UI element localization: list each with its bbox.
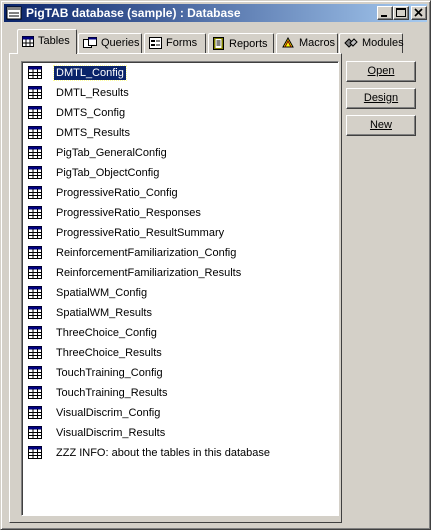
tab-label: Reports [229,38,268,50]
table-icon [28,86,42,99]
table-icon [28,266,42,279]
forms-icon [149,37,162,49]
table-name: ProgressiveRatio_Config [56,187,178,199]
tab-label: Forms [166,37,198,49]
table-icon [28,206,42,219]
table-name: PigTab_ObjectConfig [56,167,160,179]
table-icon [28,106,42,119]
tables-list[interactable]: DMTL_Config DMTL_Results DMTS_Config DMTS_R… [21,61,339,516]
table-name: ThreeChoice_Config [56,327,157,339]
tab-macros[interactable]: Macros [276,33,338,53]
table-icon [28,306,42,319]
close-icon [414,8,423,17]
queries-icon [83,37,97,48]
table-name: ReinforcementFamiliarization_Config [56,247,237,259]
table-icon [22,36,34,47]
tab-reports[interactable]: Reports [208,33,274,53]
minimize-icon [381,15,387,17]
table-icon [28,446,42,459]
maximize-button[interactable] [393,6,409,20]
new-button[interactable]: New [346,115,416,136]
table-name: PigTab_GeneralConfig [56,147,167,159]
table-icon [28,386,42,399]
table-icon [28,246,42,259]
table-name: ReinforcementFamiliarization_Results [56,267,242,279]
table-icon [28,166,42,179]
table-icon [28,66,42,79]
table-name: SpatialWM_Config [56,287,148,299]
tab-label: Modules [362,37,404,49]
table-name: TouchTraining_Results [56,387,168,399]
table-icon [28,286,42,299]
table-icon [28,426,42,439]
open-label: Open [367,65,395,77]
new-label: New [369,119,392,131]
maximize-icon [396,8,406,17]
close-button[interactable] [411,6,427,20]
database-window: PigTAB database (sample) : Database Tabl… [0,0,431,530]
table-name: VisualDiscrim_Results [56,427,166,439]
tab-tables[interactable]: Tables [17,29,77,54]
table-icon [28,146,42,159]
table-name: ZZZ INFO: about the tables in this datab… [56,447,270,459]
table-name: VisualDiscrim_Config [56,407,161,419]
table-name: SpatialWM_Results [56,307,152,319]
table-icon [28,226,42,239]
design-button[interactable]: Design [346,88,416,109]
tab-queries[interactable]: Queries [78,33,142,53]
modules-icon [344,38,358,48]
open-button[interactable]: Open [346,61,416,82]
table-name: DMTS_Results [56,127,130,139]
reports-icon [213,37,224,50]
tab-label: Tables [38,35,70,47]
macros-icon [282,37,294,48]
tab-label: Macros [299,37,336,49]
minimize-button[interactable] [377,6,393,20]
table-icon [28,406,42,419]
tab-modules[interactable]: Modules [339,33,404,53]
database-icon [6,6,22,20]
window-title: PigTAB database (sample) : Database [26,6,241,20]
table-icon [28,346,42,359]
table-name: DMTS_Config [56,107,126,119]
table-name: ProgressiveRatio_ResultSummary [56,227,225,239]
table-name: ThreeChoice_Results [56,347,162,359]
table-icon [28,366,42,379]
table-icon [28,326,42,339]
design-label: Design [363,92,399,104]
table-name: ProgressiveRatio_Responses [56,207,201,219]
tab-label: Queries [101,37,140,49]
table-icon [28,126,42,139]
table-icon [28,186,42,199]
table-name: DMTL_Config [53,65,127,81]
tab-forms[interactable]: Forms [144,33,206,53]
table-name: DMTL_Results [56,87,129,99]
title-bar[interactable]: PigTAB database (sample) : Database [4,4,427,22]
table-name: TouchTraining_Config [56,367,163,379]
